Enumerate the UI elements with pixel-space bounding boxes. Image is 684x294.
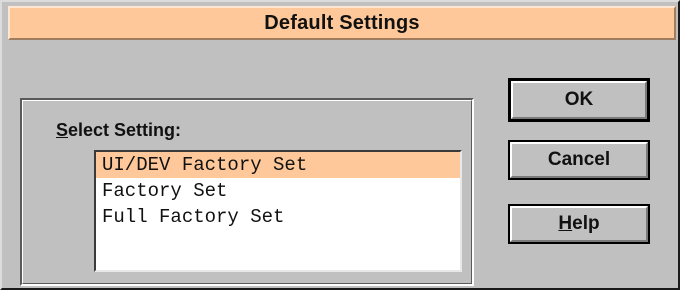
- help-button-mnemonic: H: [558, 213, 573, 234]
- title-bar: Default Settings: [8, 6, 676, 40]
- help-button-label-text: elp: [572, 213, 600, 234]
- ok-button[interactable]: OK: [508, 78, 650, 122]
- ok-button-label: OK: [564, 89, 594, 110]
- dialog-title: Default Settings: [264, 11, 420, 34]
- cancel-button-label: Cancel: [547, 149, 611, 170]
- select-setting-label: Select Setting:: [56, 120, 181, 141]
- list-item-full-factory-set[interactable]: Full Factory Set: [96, 204, 460, 230]
- help-button[interactable]: Help: [508, 204, 650, 244]
- list-item-factory-set[interactable]: Factory Set: [96, 178, 460, 204]
- cancel-button[interactable]: Cancel: [508, 140, 650, 180]
- select-setting-label-mnemonic: S: [56, 120, 69, 140]
- help-button-label: Help: [558, 213, 599, 235]
- list-item-ui-dev-factory-set[interactable]: UI/DEV Factory Set: [96, 152, 460, 178]
- select-setting-label-text: elect Setting:: [68, 120, 182, 140]
- settings-listbox[interactable]: UI/DEV Factory Set Factory Set Full Fact…: [94, 150, 462, 272]
- default-settings-dialog: Default Settings Select Setting: UI/DEV …: [0, 0, 680, 290]
